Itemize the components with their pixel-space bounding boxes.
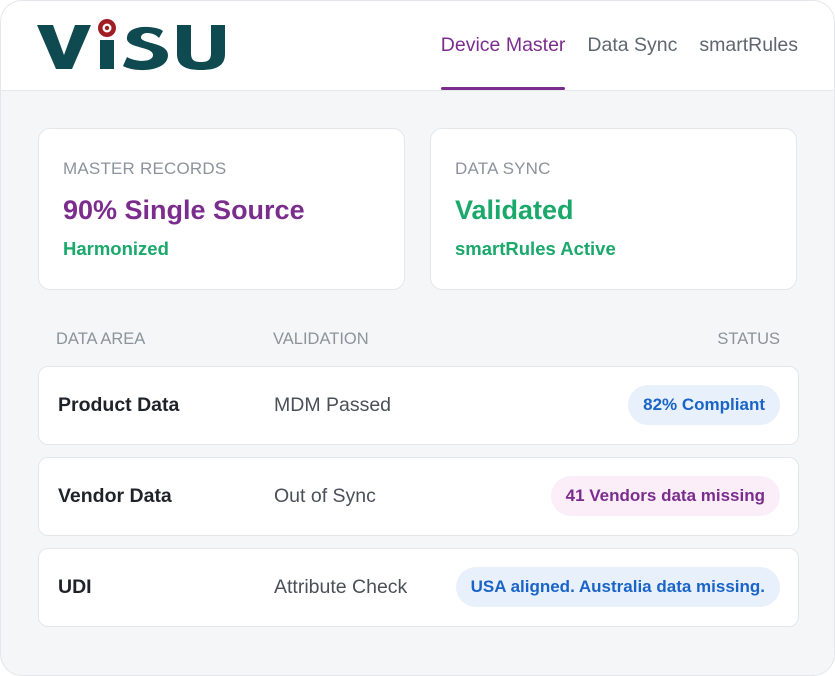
app-window: Device Master Data Sync smartRules MASTE… xyxy=(0,0,835,676)
row-validation: Attribute Check xyxy=(274,576,408,598)
column-header-data-area: DATA AREA xyxy=(56,330,146,348)
row-validation: MDM Passed xyxy=(274,394,392,416)
row-data-area: Vendor Data xyxy=(58,485,172,507)
table-row-vendor-data[interactable]: Vendor Data Out of Sync 41 Vendors data … xyxy=(38,457,799,536)
card-headline: Validated xyxy=(455,195,574,225)
status-badge: USA aligned. Australia data missing. xyxy=(455,567,780,607)
tab-smartrules[interactable]: smartRules xyxy=(699,1,798,90)
top-bar: Device Master Data Sync smartRules xyxy=(1,1,834,91)
table-row-udi[interactable]: UDI Attribute Check USA aligned. Austral… xyxy=(38,548,799,627)
row-data-area: Product Data xyxy=(58,394,180,416)
tab-device-master[interactable]: Device Master xyxy=(440,1,565,90)
row-data-area: UDI xyxy=(58,576,92,598)
card-kicker: MASTER RECORDS xyxy=(63,159,227,178)
card-kicker: DATA SYNC xyxy=(455,159,551,178)
table-row-product-data[interactable]: Product Data MDM Passed 82% Compliant xyxy=(38,366,799,445)
card-subtext: Harmonized xyxy=(63,238,169,259)
data-sync-card: DATA SYNC Validated smartRules Active xyxy=(430,128,797,290)
visu-logo[interactable] xyxy=(37,19,243,71)
column-header-status: STATUS xyxy=(717,330,780,348)
master-records-card: MASTER RECORDS 90% Single Source Harmoni… xyxy=(38,128,405,290)
row-validation: Out of Sync xyxy=(274,485,376,507)
column-header-validation: VALIDATION xyxy=(273,330,369,348)
status-badge: 82% Compliant xyxy=(628,385,780,425)
tab-data-sync[interactable]: Data Sync xyxy=(587,1,677,90)
main-nav-tabs: Device Master Data Sync smartRules xyxy=(440,1,798,90)
card-subtext: smartRules Active xyxy=(455,238,616,259)
card-headline: 90% Single Source xyxy=(63,195,305,225)
status-badge: 41 Vendors data missing xyxy=(550,476,780,516)
table-header: DATA AREA VALIDATION STATUS xyxy=(56,330,780,352)
